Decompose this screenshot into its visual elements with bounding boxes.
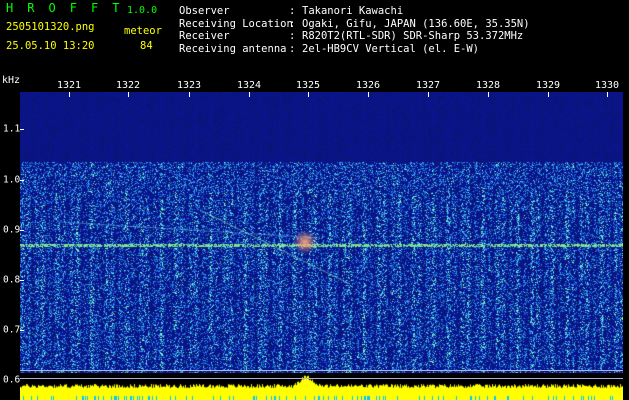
info-labels: Observer Receiving Location Receiver Rec… (179, 5, 293, 55)
x-tick-label: 1327 (415, 80, 441, 91)
x-tick-mark (607, 92, 608, 97)
info-value-antenna: 2el-HB9CV Vertical (el. E-W) (302, 42, 480, 55)
info-colon: : (289, 5, 296, 17)
app-version: 1.0.0 (127, 5, 158, 16)
meteor-count: 84 (140, 40, 153, 52)
y-tick-mark (20, 330, 24, 331)
hrofft-window: H R O F F T 1.0.0 2505101320.png 25.05.1… (0, 0, 629, 400)
y-tick-label: 1.1 (3, 123, 21, 135)
marker-line (20, 378, 623, 379)
info-value-observer: Takanori Kawachi (302, 5, 404, 17)
x-tick-label: 1321 (56, 80, 82, 91)
y-tick-label: 0.6 (3, 374, 21, 386)
meteor-label: meteor (124, 25, 162, 37)
info-colon: : (289, 17, 296, 30)
y-tick-label: 0.9 (3, 224, 21, 236)
x-tick-label: 1329 (535, 80, 561, 91)
x-tick-label: 1330 (594, 80, 620, 91)
x-tick-label: 1328 (475, 80, 501, 91)
y-tick-label: 0.7 (3, 324, 21, 336)
x-tick-label: 1326 (355, 80, 381, 91)
x-tick-mark (488, 92, 489, 97)
info-colons: : : : : (289, 5, 295, 55)
x-tick-mark (69, 92, 70, 97)
x-tick-mark (189, 92, 190, 97)
info-label-location: Receiving Location (179, 17, 293, 30)
x-tick-label: 1325 (295, 80, 321, 91)
file-name: 2505101320.png (6, 21, 95, 33)
info-colon: : (289, 30, 296, 42)
x-tick-label: 1322 (115, 80, 141, 91)
y-tick-label: 0.8 (3, 274, 21, 286)
info-label-receiver: Receiver (179, 30, 230, 42)
y-tick-mark (20, 180, 24, 181)
app-title: H R O F F T (6, 1, 123, 15)
x-tick-mark (249, 92, 250, 97)
x-tick-mark (428, 92, 429, 97)
y-tick-label: 1.0 (3, 174, 21, 186)
x-tick-mark (368, 92, 369, 97)
y-tick-mark (20, 230, 24, 231)
x-tick-label: 1324 (236, 80, 262, 91)
y-tick-mark (20, 280, 24, 281)
info-label-observer: Observer (179, 5, 230, 17)
date-time: 25.05.10 13:20 (6, 40, 95, 52)
spectrogram-image (20, 92, 623, 390)
marker-line (20, 370, 623, 371)
info-colon: : (289, 42, 296, 55)
info-values: Takanori Kawachi Ogaki, Gifu, JAPAN (136… (302, 5, 530, 55)
y-axis-unit: kHz (2, 75, 21, 86)
info-label-antenna: Receiving antenna (179, 42, 287, 55)
x-tick-label: 1323 (176, 80, 202, 91)
info-value-location: Ogaki, Gifu, JAPAN (136.60E, 35.35N) (302, 17, 530, 30)
x-tick-mark (308, 92, 309, 97)
x-tick-mark (548, 92, 549, 97)
info-value-receiver: R820T2(RTL-SDR) SDR-Sharp 53.372MHz (302, 30, 524, 42)
y-tick-mark (20, 129, 24, 130)
x-tick-mark (128, 92, 129, 97)
